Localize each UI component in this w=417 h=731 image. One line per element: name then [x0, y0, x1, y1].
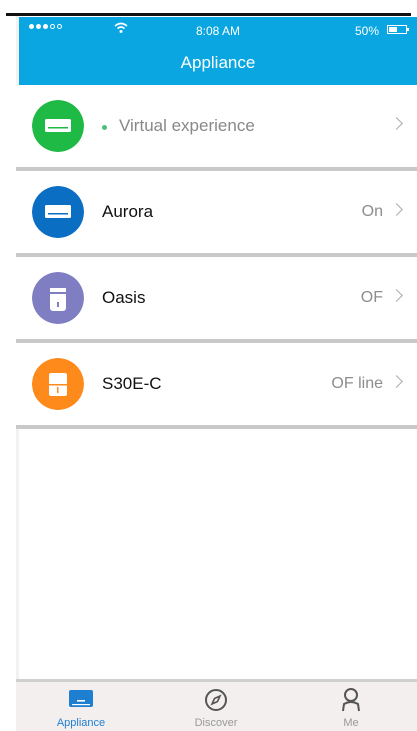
appliance-row-s30e-c[interactable]: S30E-C OF line	[16, 343, 417, 429]
appliance-name: S30E-C	[102, 374, 162, 393]
tab-me[interactable]: Me	[286, 682, 416, 731]
compass-icon	[205, 689, 227, 711]
page-title: Appliance	[180, 53, 256, 72]
battery-percent: 50%	[354, 24, 379, 38]
appliance-status: OF line	[331, 375, 383, 392]
battery-icon	[387, 25, 409, 34]
tab-label: Appliance	[56, 717, 106, 729]
appliance-status: OF	[360, 289, 383, 306]
appliance-list: Virtual experience Aurora On Oasis OF S3…	[16, 85, 417, 429]
app-header: 8:08 AM 50% Appliance	[19, 17, 417, 85]
air-conditioner-icon	[32, 100, 84, 152]
status-bar: 8:08 AM 50%	[19, 17, 417, 43]
air-conditioner-icon	[32, 186, 84, 238]
top-edge	[0, 0, 417, 18]
chevron-right-icon	[390, 289, 403, 302]
tab-label: Discover	[194, 717, 238, 729]
appliance-name: Oasis	[102, 288, 146, 307]
appliance-status: On	[361, 203, 383, 220]
appliance-icon	[69, 690, 93, 707]
tab-discover[interactable]: Discover	[151, 682, 281, 731]
tab-appliance[interactable]: Appliance	[16, 682, 146, 731]
chevron-right-icon	[390, 203, 403, 216]
appliance-name: Virtual experience	[119, 116, 255, 135]
tab-label: Me	[343, 717, 359, 729]
top-edge-line	[6, 13, 411, 16]
chevron-right-icon	[390, 375, 403, 388]
air-purifier-icon	[32, 272, 84, 324]
appliance-row-oasis[interactable]: Oasis OF	[16, 257, 417, 343]
person-icon	[342, 688, 360, 712]
chevron-right-icon	[390, 117, 403, 130]
virtual-dot	[102, 125, 107, 130]
dehumidifier-icon	[32, 358, 84, 410]
appliance-row-aurora[interactable]: Aurora On	[16, 171, 417, 257]
appliance-name: Aurora	[102, 202, 154, 221]
appliance-row-virtual-experience[interactable]: Virtual experience	[16, 85, 417, 171]
bottom-tab-bar: Appliance Discover Me	[16, 679, 417, 731]
